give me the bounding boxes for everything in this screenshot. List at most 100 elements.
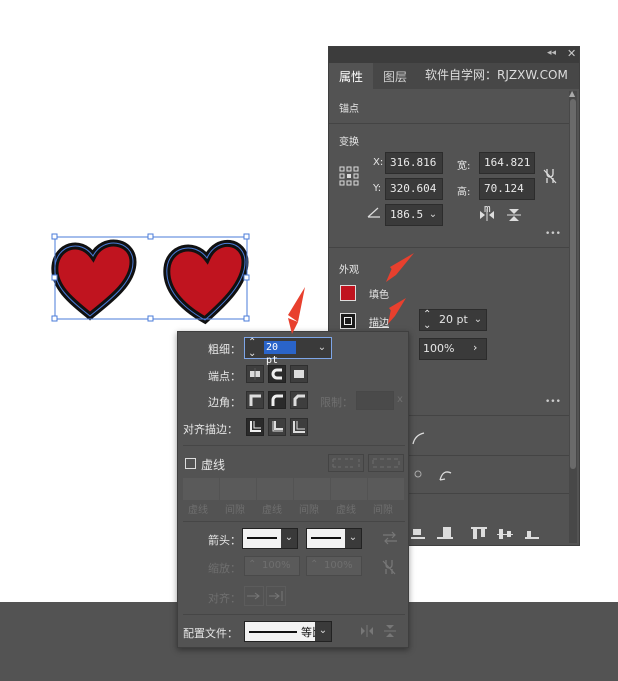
appearance-more-options-icon[interactable]: ••• [545, 397, 561, 407]
limit-input[interactable] [356, 391, 394, 410]
gap-col-1: 间隙 [225, 505, 245, 516]
fill-color-swatch[interactable] [340, 285, 356, 301]
cap-label: 端点： [208, 370, 241, 383]
align-stroke-inside-icon[interactable] [268, 418, 286, 436]
stepper-arrows-icon[interactable]: ⌃ ⌄ [423, 309, 431, 331]
miter-join-icon[interactable] [246, 391, 264, 409]
section-appearance: 外观 [339, 265, 359, 276]
align-stroke-outside-icon[interactable] [290, 418, 308, 436]
flip-vertical-icon[interactable] [507, 208, 521, 222]
divider [329, 123, 569, 124]
arrow-tip-beyond-icon[interactable] [244, 586, 264, 606]
dash-preserve-icon[interactable] [328, 454, 364, 472]
panel-title-bar[interactable] [329, 47, 579, 63]
section-anchor: 锚点 [339, 104, 359, 115]
tab-watermark: 软件自学网：RJZXW.COM [425, 68, 568, 82]
height-label: 高: [457, 187, 471, 198]
tab-properties[interactable]: 属性 [339, 68, 363, 85]
right-heart[interactable] [163, 239, 249, 325]
projecting-cap-icon[interactable] [290, 365, 308, 383]
start-arrowhead-chevron-icon[interactable]: ⌄ [281, 529, 297, 548]
stroke-label-link[interactable]: 描边 [369, 314, 389, 329]
arrow-tip-at-end-icon[interactable] [266, 586, 286, 606]
scale-label: 缩放： [208, 562, 241, 575]
start-scale-value: 100% [262, 560, 291, 571]
collapse-icon[interactable]: ◂◂ [547, 48, 556, 58]
limit-label: 限制： [320, 396, 353, 409]
height-input[interactable]: 70.124 m [479, 178, 535, 215]
flip-profile-horizontal-icon[interactable] [360, 625, 374, 637]
dashed-line-checkbox[interactable] [185, 458, 196, 469]
opacity-value: 100% [423, 342, 455, 355]
flip-profile-vertical-icon[interactable] [384, 624, 396, 638]
section-transform: 变换 [339, 137, 359, 148]
align-icons-row[interactable] [411, 525, 551, 541]
profile-label: 配置文件： [183, 627, 238, 640]
stroke-color-swatch[interactable] [340, 313, 356, 329]
divider [183, 445, 405, 446]
swap-arrowheads-icon[interactable] [382, 531, 398, 545]
end-scale-stepper-icon[interactable]: ⌃ [310, 559, 318, 570]
gap-col-3: 间隙 [373, 505, 393, 516]
end-arrowhead-chevron-icon[interactable]: ⌄ [345, 529, 361, 548]
width-label: 宽: [457, 161, 471, 172]
path-edit-icon[interactable] [437, 467, 455, 483]
dash-col-1: 虚线 [188, 505, 208, 516]
dashed-line-label: 虚线 [201, 458, 226, 472]
link-scale-icon[interactable] [382, 558, 396, 576]
bevel-join-icon[interactable] [290, 391, 308, 409]
stroke-options-popup: 粗细： ⌃ ⌄ 20 pt ⌄ 端点： 边角： 限制： x 对齐描边： 虚线 虚… [177, 331, 409, 648]
round-join-icon[interactable] [268, 391, 286, 409]
close-icon[interactable]: ✕ [567, 47, 576, 60]
rotate-angle-icon [367, 207, 380, 218]
corner-label: 边角： [208, 396, 241, 409]
round-cap-icon[interactable] [268, 365, 286, 383]
end-arrowhead-select[interactable]: ⌄ [306, 528, 362, 549]
weight-value-selected[interactable]: 20 pt [264, 341, 296, 366]
divider [183, 614, 405, 615]
angle-value: 186.5 [390, 208, 424, 221]
width-input[interactable]: 164.821 [479, 152, 535, 174]
gap-col-2: 间隙 [299, 505, 319, 516]
stroke-weight-value: 20 pt [439, 313, 468, 326]
flip-horizontal-icon[interactable] [479, 209, 495, 221]
y-input[interactable]: 320.604 [385, 178, 443, 200]
end-scale-value: 100% [324, 560, 353, 571]
opacity-chevron-icon[interactable]: › [473, 341, 477, 354]
heart-artwork[interactable] [45, 228, 260, 328]
x-input[interactable]: 316.816 [385, 152, 443, 174]
arrowhead-label: 箭头： [208, 534, 241, 547]
scroll-up-icon[interactable]: ▲ [569, 89, 575, 98]
divider [329, 247, 569, 248]
limit-unit: x [397, 394, 403, 405]
weight-label: 粗细： [208, 343, 241, 356]
dash-col-3: 虚线 [336, 505, 356, 516]
transform-more-options-icon[interactable]: ••• [545, 229, 561, 239]
arrow-align-label: 对齐： [208, 592, 241, 605]
constrain-proportions-icon[interactable] [543, 167, 557, 185]
start-scale-stepper-icon[interactable]: ⌃ [248, 559, 256, 570]
align-stroke-center-icon[interactable] [246, 418, 264, 436]
dash-align-corners-icon[interactable] [368, 454, 404, 472]
fill-label[interactable]: 填色 [369, 286, 389, 301]
weight-stepper-icon[interactable]: ⌃ ⌄ [248, 337, 256, 359]
dash-gap-fields[interactable] [183, 478, 405, 500]
reference-point-icon[interactable] [339, 166, 359, 186]
pen-tool-icon[interactable] [411, 431, 425, 445]
start-arrowhead-select[interactable]: ⌄ [242, 528, 298, 549]
width-profile-select[interactable]: 等比 ⌄ [244, 621, 332, 642]
tab-layers[interactable]: 图层 [383, 68, 407, 85]
weight-dropdown-chevron-icon[interactable]: ⌄ [314, 338, 330, 358]
angle-dropdown-chevron-icon[interactable]: ⌄ [425, 205, 441, 225]
panel-scrollbar-thumb[interactable] [570, 99, 576, 469]
annotation-arrow-weight-icon [288, 287, 305, 334]
align-stroke-label: 对齐描边： [183, 423, 238, 436]
stroke-weight-chevron-icon[interactable]: ⌄ [471, 310, 485, 330]
anchor-convert-icon[interactable] [411, 467, 425, 481]
y-label: Y: [373, 183, 382, 194]
divider [183, 521, 405, 522]
profile-chevron-icon[interactable]: ⌄ [315, 622, 331, 641]
butt-cap-icon[interactable] [246, 365, 264, 383]
x-label: X: [373, 157, 384, 168]
dash-col-2: 虚线 [262, 505, 282, 516]
